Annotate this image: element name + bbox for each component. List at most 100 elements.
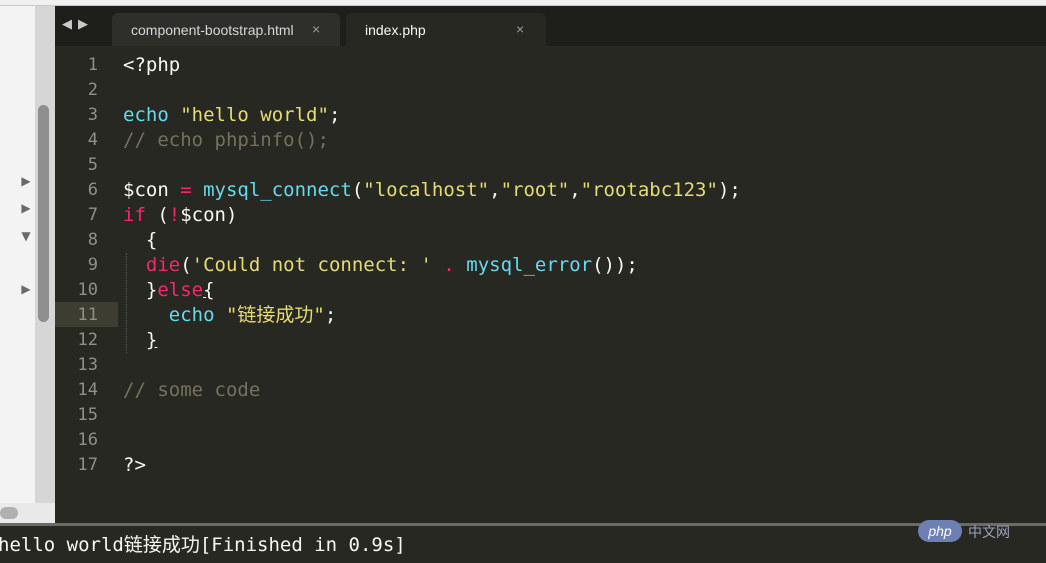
code-line-4: // echo phpinfo(); — [123, 128, 741, 153]
line-number: 7 — [87, 205, 98, 225]
code-token: { — [203, 279, 215, 301]
tab-close-icon[interactable]: × — [312, 21, 320, 37]
code-line-10: }else{ — [123, 278, 741, 303]
code-line-7: if (!$con) — [123, 203, 741, 228]
line-number: 9 — [87, 255, 98, 275]
code-line-8: { — [123, 228, 741, 253]
code-token: "localhost" — [363, 179, 490, 201]
php-close-tag: ?> — [123, 454, 146, 476]
code-token: echo — [168, 304, 215, 326]
code-line-6: $con = mysql_connect("localhost","root",… — [123, 178, 741, 203]
code-token: 'Could not connect: ' — [191, 254, 432, 276]
code-token: "rootabc123" — [580, 179, 718, 201]
watermark-text: 中文网 — [968, 525, 1010, 541]
code-token: die — [145, 254, 181, 276]
code-editor[interactable]: 1 2 3 4 5 6 7 8 9 10 11 12 13 14 15 16 1… — [55, 46, 1046, 506]
code-token: mysql_error — [466, 254, 593, 276]
code-token: else — [157, 279, 204, 301]
sidebar-panel — [0, 6, 36, 503]
line-number: 11 — [77, 305, 98, 325]
fold-expand-icon[interactable]: ▶ — [19, 201, 33, 215]
code-token: { — [123, 229, 158, 251]
line-number: 6 — [87, 180, 98, 200]
code-comment: // echo phpinfo(); — [123, 129, 329, 151]
code-token: , — [489, 179, 501, 201]
line-number: 5 — [87, 155, 98, 175]
code-token: if — [123, 204, 146, 226]
code-token: $con) — [180, 204, 238, 226]
line-number: 17 — [77, 455, 98, 475]
line-number: 1 — [87, 55, 98, 75]
code-token: echo — [123, 104, 169, 126]
tab-forward-arrow-icon[interactable]: ▶ — [78, 17, 94, 32]
php-open-tag: <?php — [123, 54, 181, 76]
line-number: 14 — [77, 380, 98, 400]
line-number: 16 — [77, 430, 98, 450]
tab-index-php[interactable]: index.php × — [346, 13, 546, 46]
code-comment: // some code — [123, 379, 261, 401]
code-token: mysql_connect — [203, 179, 352, 201]
build-output-text: hello world链接成功[Finished in 0.9s] — [0, 534, 406, 556]
code-line-11: echo "链接成功"; — [123, 303, 741, 328]
line-number: 2 — [87, 80, 98, 100]
code-token: ()); — [592, 254, 638, 276]
watermark: php 中文网 — [918, 520, 1042, 544]
tab-component-bootstrap[interactable]: component-bootstrap.html × — [112, 13, 340, 46]
code-token: , — [569, 179, 581, 201]
line-number: 12 — [77, 330, 98, 350]
code-token: ; — [328, 104, 341, 126]
code-line-12: } — [123, 328, 741, 353]
code-token: ; — [324, 304, 337, 326]
code-token: } — [145, 329, 158, 351]
line-number: 3 — [87, 105, 98, 125]
fold-expand-icon[interactable]: ▶ — [19, 174, 33, 188]
tab-nav-arrows: ◀▶ — [62, 17, 94, 32]
sidebar-hscroll-thumb[interactable] — [0, 507, 18, 519]
code-token: ); — [717, 179, 741, 201]
line-number: 10 — [77, 280, 98, 300]
code-token: "root" — [500, 179, 570, 201]
fold-expand-icon[interactable]: ▶ — [19, 282, 33, 296]
line-number-gutter: 1 2 3 4 5 6 7 8 9 10 11 12 13 14 15 16 1… — [55, 53, 98, 478]
sidebar-scrollbar[interactable] — [38, 105, 49, 322]
code-line-14: // some code — [123, 378, 741, 403]
code-token: "hello world" — [180, 104, 329, 126]
code-token: $con — [123, 179, 169, 201]
tab-label: component-bootstrap.html — [131, 22, 294, 38]
code-token: } — [145, 279, 158, 301]
line-number: 8 — [87, 230, 98, 250]
code-line-9: die('Could not connect: ' . mysql_error(… — [123, 253, 741, 278]
tab-close-icon[interactable]: × — [516, 21, 524, 37]
build-output-panel: hello world链接成功[Finished in 0.9s] — [0, 526, 1046, 563]
code-token: . — [443, 254, 455, 276]
code-token: ( — [351, 179, 364, 201]
code-token: = — [168, 179, 204, 201]
code-token: "链接成功" — [225, 304, 325, 326]
code-line-3: echo "hello world"; — [123, 103, 741, 128]
php-logo-icon: php — [918, 520, 962, 542]
code-line-17: ?> — [123, 453, 741, 478]
line-number: 13 — [77, 355, 98, 375]
code-token: ! — [168, 204, 181, 226]
code-token: ( — [145, 204, 169, 226]
code-lines[interactable]: <?php echo "hello world"; // echo phpinf… — [123, 53, 741, 478]
line-number: 15 — [77, 405, 98, 425]
line-number: 4 — [87, 130, 98, 150]
fold-collapse-icon[interactable]: ▼ — [19, 229, 33, 243]
tab-label: index.php — [365, 22, 426, 38]
code-line-1: <?php — [123, 53, 741, 78]
tab-back-arrow-icon[interactable]: ◀ — [62, 17, 78, 32]
code-token: ( — [180, 254, 192, 276]
